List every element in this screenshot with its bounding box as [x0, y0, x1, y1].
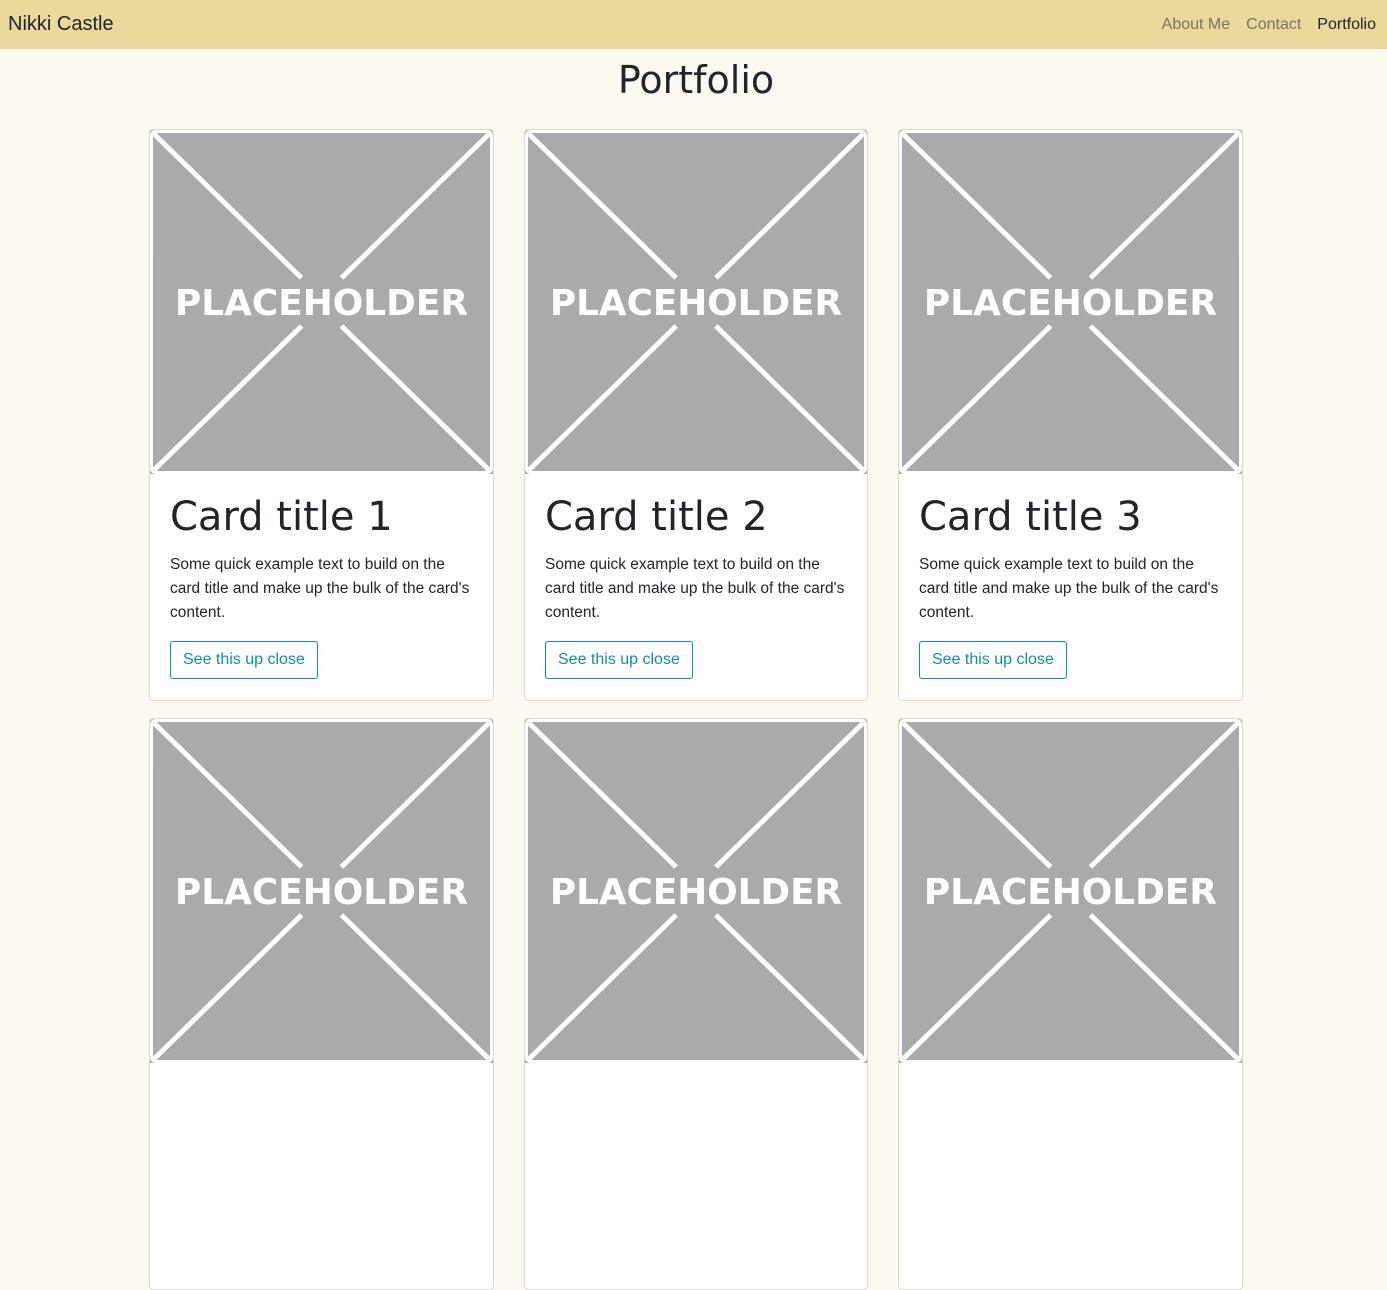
placeholder-label: PLACEHOLDER	[550, 872, 842, 913]
placeholder-label: PLACEHOLDER	[924, 283, 1217, 324]
card-text: Some quick example text to build on the …	[170, 556, 470, 621]
portfolio-card: PLACEHOLDER	[524, 718, 868, 1290]
portfolio-card: PLACEHOLDER	[898, 718, 1243, 1290]
card-body	[150, 1063, 493, 1289]
card-text: Some quick example text to build on the …	[919, 556, 1219, 621]
card-body: Card title 2 Some quick example text to …	[525, 474, 867, 700]
card-image-placeholder: PLACEHOLDER	[899, 130, 1242, 474]
card-image-placeholder: PLACEHOLDER	[525, 130, 867, 474]
card-text: Some quick example text to build on the …	[545, 556, 845, 621]
portfolio-grid: PLACEHOLDER Card title 1 Some quick exam…	[149, 129, 1243, 1290]
see-up-close-button[interactable]: See this up close	[170, 641, 318, 679]
portfolio-card: PLACEHOLDER Card title 2 Some quick exam…	[524, 129, 868, 701]
portfolio-card: PLACEHOLDER Card title 3 Some quick exam…	[898, 129, 1243, 701]
card-image-placeholder: PLACEHOLDER	[525, 719, 867, 1063]
card-image-placeholder: PLACEHOLDER	[150, 719, 493, 1063]
card-body: Card title 1 Some quick example text to …	[150, 474, 493, 700]
card-body	[899, 1063, 1242, 1289]
page-title: Portfolio	[617, 58, 775, 102]
card-title: Card title 3	[919, 494, 1142, 540]
placeholder-label: PLACEHOLDER	[550, 283, 842, 324]
card-title: Card title 2	[545, 494, 768, 540]
portfolio-card: PLACEHOLDER	[149, 718, 494, 1290]
see-up-close-button[interactable]: See this up close	[919, 641, 1067, 679]
card-image-placeholder: PLACEHOLDER	[150, 130, 493, 474]
card-body: Card title 3 Some quick example text to …	[899, 474, 1242, 700]
portfolio-card: PLACEHOLDER Card title 1 Some quick exam…	[149, 129, 494, 701]
placeholder-label: PLACEHOLDER	[175, 872, 468, 913]
card-title: Card title 1	[170, 494, 393, 540]
card-image-placeholder: PLACEHOLDER	[899, 719, 1242, 1063]
card-body	[525, 1063, 867, 1289]
placeholder-label: PLACEHOLDER	[175, 283, 468, 324]
placeholder-label: PLACEHOLDER	[924, 872, 1217, 913]
see-up-close-button[interactable]: See this up close	[545, 641, 693, 679]
